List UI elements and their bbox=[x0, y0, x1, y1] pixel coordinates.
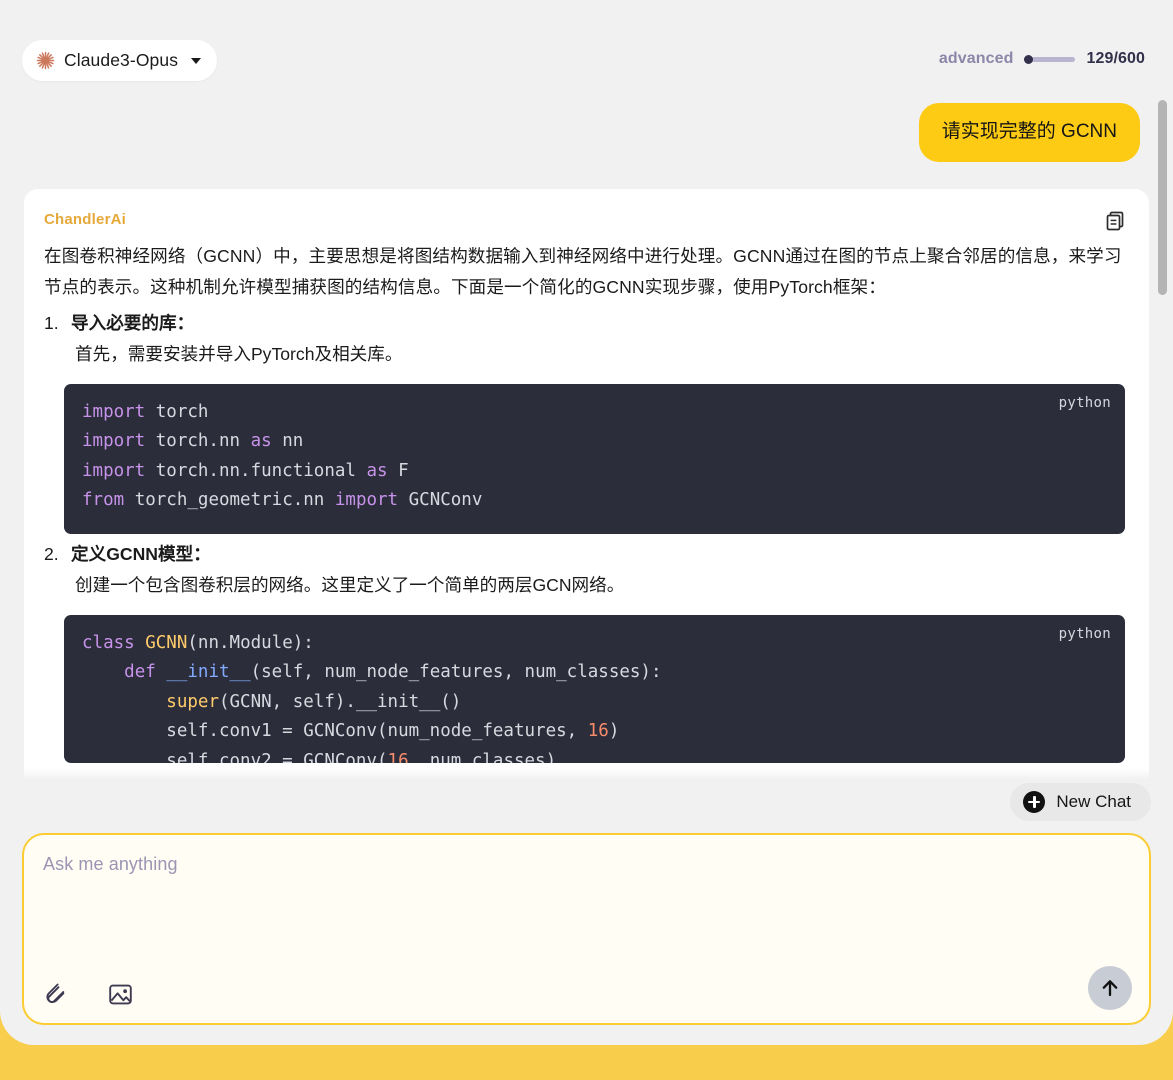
step-title: 定义GCNN模型 bbox=[71, 543, 194, 564]
copy-icon[interactable] bbox=[1103, 209, 1127, 233]
quota-indicator: advanced 129/600 bbox=[939, 50, 1145, 68]
composer-toolbar bbox=[42, 981, 134, 1008]
quota-slider[interactable] bbox=[1024, 55, 1076, 64]
code-language-label: python bbox=[1058, 394, 1111, 411]
assistant-message-card: ChandlerAi 在图卷积神经网络（GCNN）中，主要思想是将图结构数据输入… bbox=[24, 188, 1149, 780]
list-item: 导入必要的库： 首先，需要安装并导入PyTorch及相关库。 python im… bbox=[44, 308, 1125, 534]
quota-tier-label: advanced bbox=[938, 50, 1014, 67]
step-title-colon: ： bbox=[193, 543, 211, 564]
code-block[interactable]: python class GCNN(nn.Module): def __init… bbox=[64, 614, 1125, 763]
paperclip-icon[interactable] bbox=[42, 981, 69, 1008]
chat-scroll-region[interactable]: 请实现完整的 GCNN ChandlerAi 在图卷积神经网络（GCNN）中，主… bbox=[0, 95, 1173, 780]
new-chat-row: New Chat bbox=[1010, 783, 1151, 821]
step-title-colon: ： bbox=[176, 312, 195, 333]
arrow-up-icon bbox=[1099, 977, 1121, 999]
app-panel: Claude3-Opus advanced 129/600 请实现完整的 GCN… bbox=[0, 0, 1173, 1045]
new-chat-button[interactable]: New Chat bbox=[1010, 783, 1151, 821]
user-message-bubble: 请实现完整的 GCNN bbox=[918, 103, 1140, 162]
code-content: import torch import torch.nn as nn impor… bbox=[82, 401, 483, 511]
chevron-down-icon bbox=[191, 57, 202, 64]
quota-count-label: 129/600 bbox=[1086, 50, 1145, 67]
header-bar: Claude3-Opus advanced 129/600 bbox=[0, 0, 1173, 95]
composer[interactable]: Ask me anything bbox=[22, 833, 1151, 1025]
step-description: 创建一个包含图卷积层的网络。这里定义了一个简单的两层GCN网络。 bbox=[75, 574, 625, 595]
steps-list: 导入必要的库： 首先，需要安装并导入PyTorch及相关库。 python im… bbox=[44, 308, 1125, 763]
assistant-intro-paragraph: 在图卷积神经网络（GCNN）中，主要思想是将图结构数据输入到神经网络中进行处理。… bbox=[44, 245, 1122, 297]
model-selector[interactable]: Claude3-Opus bbox=[22, 40, 218, 81]
image-icon[interactable] bbox=[107, 981, 134, 1008]
code-content: class GCNN(nn.Module): def __init__(self… bbox=[82, 632, 662, 763]
step-description: 首先，需要安装并导入PyTorch及相关库。 bbox=[75, 343, 403, 364]
chat-message-list: 请实现完整的 GCNN ChandlerAi 在图卷积神经网络（GCNN）中，主… bbox=[0, 95, 1173, 780]
user-message-row: 请实现完整的 GCNN bbox=[24, 95, 1149, 162]
scrollbar[interactable] bbox=[1158, 95, 1167, 780]
plus-circle-icon bbox=[1023, 791, 1046, 813]
list-item: 定义GCNN模型： 创建一个包含图卷积层的网络。这里定义了一个简单的两层GCN网… bbox=[44, 539, 1125, 763]
send-button[interactable] bbox=[1088, 966, 1132, 1010]
model-name-label: Claude3-Opus bbox=[64, 50, 179, 70]
composer-placeholder: Ask me anything bbox=[43, 854, 178, 874]
starburst-icon bbox=[36, 51, 55, 70]
code-block[interactable]: python import torch import torch.nn as n… bbox=[64, 383, 1125, 534]
assistant-name-label: ChandlerAi bbox=[44, 210, 127, 228]
step-title: 导入必要的库 bbox=[71, 312, 177, 333]
new-chat-label: New Chat bbox=[1056, 792, 1131, 811]
quota-slider-knob[interactable] bbox=[1024, 55, 1034, 64]
scrollbar-thumb[interactable] bbox=[1158, 100, 1167, 295]
code-language-label: python bbox=[1058, 625, 1111, 642]
